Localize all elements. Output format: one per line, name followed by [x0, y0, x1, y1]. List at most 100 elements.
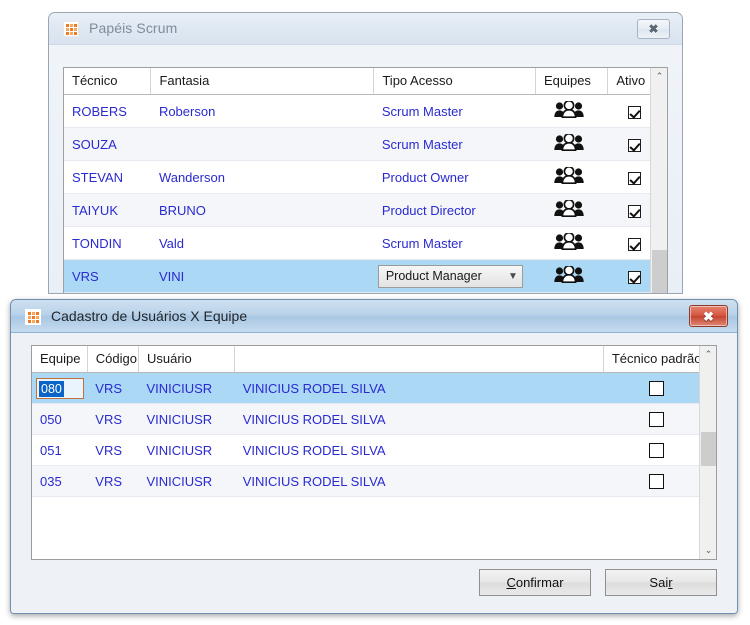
cell-fantasia[interactable] — [150, 127, 374, 161]
people-group-icon[interactable] — [553, 99, 584, 119]
cell-tipo-acesso[interactable]: Scrum Master — [373, 127, 536, 161]
cell-tecnico[interactable]: TONDIN — [64, 226, 151, 260]
cell-equipes[interactable] — [535, 160, 608, 194]
cell-fantasia[interactable]: Vald — [150, 226, 374, 260]
cell-codigo[interactable]: VRS — [87, 403, 139, 436]
papeis-scrum-grid: Técnico Fantasia Tipo Acesso Equipes Ati… — [63, 67, 668, 293]
scroll-up-icon[interactable]: ⌃ — [651, 68, 667, 85]
confirmar-button[interactable]: Confirmar — [479, 569, 591, 596]
table-row[interactable]: ROBERS Roberson Scrum Master — [64, 94, 667, 128]
table-row[interactable]: TAIYUK BRUNO Product Director — [64, 193, 667, 227]
cell-nome[interactable]: VINICIUS RODEL SILVA — [234, 403, 604, 436]
grid2-table: Equipe Código Usuário Técnico padrão 080… — [32, 346, 716, 547]
cell-equipe[interactable]: 051 — [32, 434, 88, 467]
cell-equipe[interactable]: 035 — [32, 465, 88, 498]
cell-usuario[interactable]: VINICIUSR — [138, 465, 235, 498]
tipo-acesso-combobox[interactable]: Product Manager ▼ — [377, 264, 523, 288]
people-group-icon[interactable] — [553, 231, 584, 251]
tecnico-padrao-checkbox[interactable] — [649, 381, 665, 397]
cell-equipe[interactable]: 080 — [32, 372, 88, 405]
equipe-edit-input[interactable]: 080 — [36, 377, 84, 399]
cell-tipo-acesso[interactable]: Product Director — [373, 193, 536, 227]
col-header-nome[interactable] — [234, 346, 604, 373]
sair-button[interactable]: Sai r — [605, 569, 717, 596]
combobox-value: Product Manager — [385, 269, 482, 283]
scroll-down-icon[interactable]: ⌄ — [700, 542, 716, 559]
cell-codigo[interactable]: VRS — [87, 372, 139, 405]
table-row[interactable]: TONDIN Vald Scrum Master — [64, 226, 667, 260]
app-icon — [25, 309, 41, 325]
grid2-header-row: Equipe Código Usuário Técnico padrão — [32, 346, 716, 373]
table-row[interactable]: 080 VRS VINICIUSR VINICIUS RODEL SILVA — [32, 372, 716, 405]
col-header-equipes[interactable]: Equipes — [535, 68, 609, 95]
grid2-body: 080 VRS VINICIUSR VINICIUS RODEL SILVA 050 VR… — [32, 372, 716, 547]
table-row[interactable]: 035 VRS VINICIUSR VINICIUS RODEL SILVA — [32, 465, 716, 498]
table-row[interactable]: STEVAN Wanderson Product Owner — [64, 160, 667, 194]
cell-tipo-acesso[interactable]: Scrum Master — [373, 226, 536, 260]
cell-nome[interactable]: VINICIUS RODEL SILVA — [234, 465, 604, 498]
tecnico-padrao-checkbox[interactable] — [649, 412, 665, 428]
grid1-header-row: Técnico Fantasia Tipo Acesso Equipes Ati… — [64, 68, 667, 95]
cell-equipe[interactable]: 050 — [32, 403, 88, 436]
cell-equipes[interactable] — [535, 94, 608, 128]
cell-fantasia[interactable]: Roberson — [150, 94, 374, 128]
table-row[interactable]: 050 VRS VINICIUSR VINICIUS RODEL SILVA — [32, 403, 716, 436]
cell-usuario[interactable]: VINICIUSR — [138, 434, 235, 467]
window2-titlebar[interactable]: Cadastro de Usuários X Equipe ✖ — [11, 300, 737, 333]
col-header-codigo[interactable]: Código — [87, 346, 139, 373]
grid2-vertical-scrollbar[interactable]: ⌃ ⌄ — [699, 346, 716, 559]
grid1-vertical-scrollbar[interactable]: ⌃ — [650, 68, 667, 293]
cell-equipes[interactable] — [535, 127, 608, 161]
ativo-checkbox[interactable] — [627, 171, 641, 185]
table-row[interactable]: 051 VRS VINICIUSR VINICIUS RODEL SILVA — [32, 434, 716, 467]
cell-fantasia[interactable]: BRUNO — [150, 193, 374, 227]
scrollbar-thumb[interactable] — [652, 250, 667, 293]
cell-usuario[interactable]: VINICIUSR — [138, 403, 235, 436]
table-filler-row — [32, 497, 716, 547]
cell-codigo[interactable]: VRS — [87, 465, 139, 498]
cell-tecnico[interactable]: STEVAN — [64, 160, 151, 194]
cell-tecnico[interactable]: VRS — [64, 259, 151, 293]
tecnico-padrao-checkbox[interactable] — [649, 443, 665, 459]
window1-titlebar[interactable]: Papéis Scrum ✖ — [49, 13, 682, 45]
col-header-tipo-acesso[interactable]: Tipo Acesso — [373, 68, 536, 95]
tecnico-padrao-checkbox[interactable] — [649, 474, 665, 490]
cell-fantasia[interactable]: Wanderson — [150, 160, 374, 194]
col-header-equipe[interactable]: Equipe — [32, 346, 88, 373]
equipe-edit-value: 080 — [39, 380, 64, 397]
people-group-icon[interactable] — [553, 264, 584, 284]
scrollbar-thumb[interactable] — [701, 432, 716, 466]
cell-tecnico[interactable]: SOUZA — [64, 127, 151, 161]
cell-fantasia[interactable]: VINI — [150, 259, 374, 293]
cell-codigo[interactable]: VRS — [87, 434, 139, 467]
cell-nome[interactable]: VINICIUS RODEL SILVA — [234, 434, 604, 467]
cell-tipo-acesso[interactable]: Scrum Master — [373, 94, 536, 128]
ativo-checkbox[interactable] — [627, 270, 641, 284]
cell-tecnico[interactable]: ROBERS — [64, 94, 151, 128]
col-header-tecnico[interactable]: Técnico — [64, 68, 152, 95]
people-group-icon[interactable] — [553, 132, 584, 152]
window2-close-button[interactable]: ✖ — [689, 305, 728, 327]
app-icon — [63, 21, 79, 37]
ativo-checkbox[interactable] — [627, 105, 641, 119]
ativo-checkbox[interactable] — [627, 204, 641, 218]
cell-equipes[interactable] — [535, 226, 608, 260]
cell-usuario[interactable]: VINICIUSR — [138, 372, 235, 405]
people-group-icon[interactable] — [553, 198, 584, 218]
close-icon: ✖ — [648, 22, 659, 36]
cell-tecnico[interactable]: TAIYUK — [64, 193, 151, 227]
people-group-icon[interactable] — [553, 165, 584, 185]
scroll-up-icon[interactable]: ⌃ — [700, 346, 716, 363]
ativo-checkbox[interactable] — [627, 237, 641, 251]
ativo-checkbox[interactable] — [627, 138, 641, 152]
table-row[interactable]: SOUZA Scrum Master — [64, 127, 667, 161]
cell-nome[interactable]: VINICIUS RODEL SILVA — [234, 372, 604, 405]
cell-equipes[interactable] — [535, 259, 608, 293]
cell-tipo-acesso[interactable]: Product Manager ▼ — [373, 259, 536, 293]
table-row[interactable]: VRS VINI Product Manager ▼ — [64, 259, 667, 293]
col-header-fantasia[interactable]: Fantasia — [150, 68, 375, 95]
cell-equipes[interactable] — [535, 193, 608, 227]
cell-tipo-acesso[interactable]: Product Owner — [373, 160, 536, 194]
col-header-usuario[interactable]: Usuário — [138, 346, 236, 373]
window1-close-button[interactable]: ✖ — [637, 19, 670, 39]
